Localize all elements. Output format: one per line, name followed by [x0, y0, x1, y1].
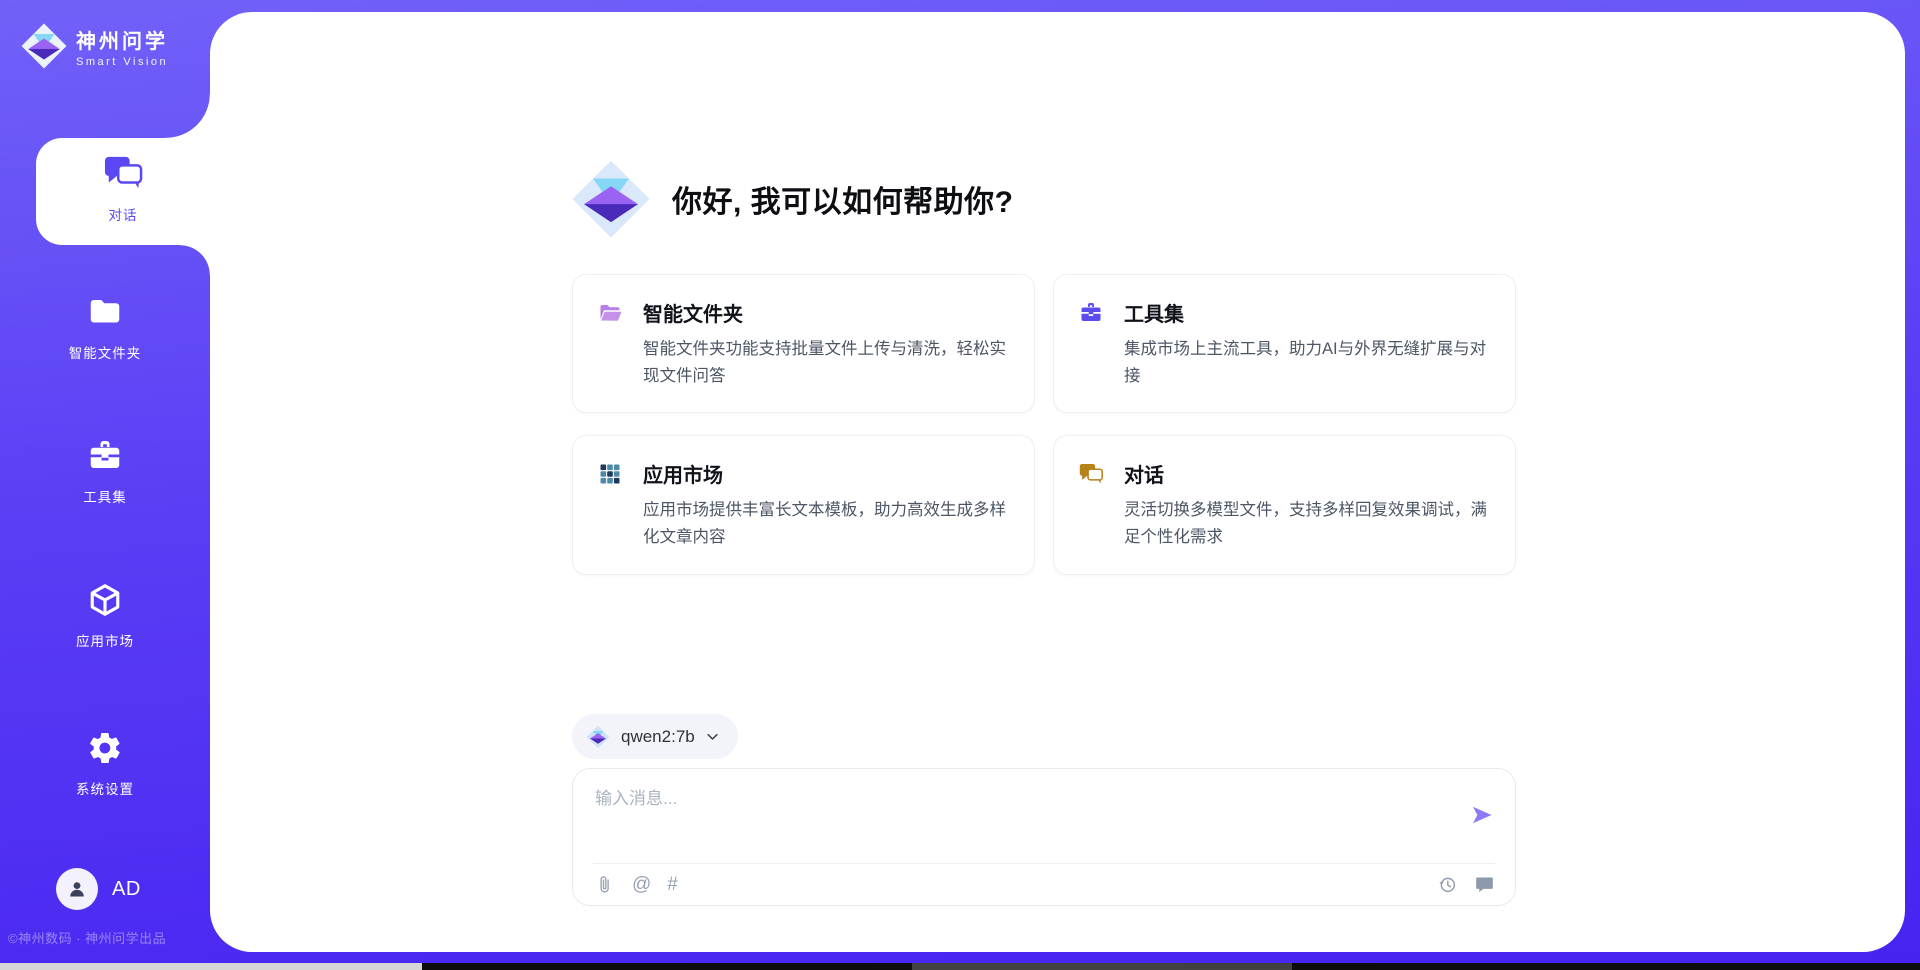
brand-name: 神州问学	[76, 25, 168, 54]
hash-icon: #	[667, 875, 678, 894]
sidebar-item-settings[interactable]: 系统设置	[0, 730, 210, 798]
card-description: 应用市场提供丰富长文本模板，助力高效生成多样化文章内容	[643, 497, 1010, 550]
toolbox-icon	[0, 438, 210, 479]
sidebar-item-app-market[interactable]: 应用市场	[0, 582, 210, 650]
send-button[interactable]	[1469, 803, 1495, 829]
folder-icon	[0, 294, 210, 335]
topic-button[interactable]: #	[667, 875, 678, 894]
chat-icon	[36, 154, 210, 197]
brand: 神州问学 Smart Vision	[20, 22, 168, 70]
horizontal-scrollbar	[0, 963, 1920, 970]
brand-text: 神州问学 Smart Vision	[76, 25, 168, 68]
greeting-title: 你好, 我可以如何帮助你?	[672, 177, 1014, 221]
avatar	[56, 868, 98, 910]
card-title: 智能文件夹	[643, 298, 743, 327]
paperclip-icon	[595, 874, 616, 895]
chevron-down-icon	[705, 729, 720, 744]
person-icon	[65, 877, 89, 901]
chat-icon	[1078, 462, 1104, 486]
sidebar-item-label: 系统设置	[0, 778, 210, 798]
card-description: 智能文件夹功能支持批量文件上传与清洗，轻松实现文件问答	[643, 336, 1010, 389]
brand-subtitle: Smart Vision	[76, 56, 168, 68]
greeting: 你好, 我可以如何帮助你?	[570, 158, 1014, 240]
gear-icon	[0, 730, 210, 771]
brand-diamond-icon	[20, 22, 68, 70]
message-composer: @ #	[572, 768, 1516, 906]
send-icon	[1470, 803, 1494, 827]
sidebar-item-label: 工具集	[0, 486, 210, 506]
grid-icon	[597, 462, 623, 486]
feedback-button[interactable]	[1474, 874, 1495, 895]
assistant-diamond-icon	[570, 158, 652, 240]
folder-icon	[597, 301, 623, 325]
briefcase-icon	[1078, 301, 1104, 325]
sidebar-item-toolset[interactable]: 工具集	[0, 438, 210, 506]
app-window: 神州问学 Smart Vision 对话	[0, 0, 1920, 970]
at-icon: @	[632, 875, 651, 894]
history-button[interactable]	[1437, 874, 1458, 895]
composer-toolbar: @ #	[595, 864, 1495, 905]
sidebar-item-label: 应用市场	[0, 630, 210, 650]
user-name: AD	[112, 878, 141, 901]
scrollbar-thumb[interactable]	[0, 963, 422, 970]
card-toolset[interactable]: 工具集 集成市场上主流工具，助力AI与外界无缝扩展与对接	[1053, 274, 1516, 413]
attach-button[interactable]	[595, 874, 616, 895]
model-diamond-icon	[586, 725, 610, 749]
user-profile[interactable]: AD	[56, 868, 141, 910]
card-title: 应用市场	[643, 459, 723, 488]
sidebar-item-label: 智能文件夹	[0, 342, 210, 362]
card-description: 灵活切换多模型文件，支持多样回复效果调试，满足个性化需求	[1124, 497, 1491, 550]
mention-button[interactable]: @	[632, 875, 651, 894]
main-panel: 你好, 我可以如何帮助你? 智能文件夹 智能文件夹功能支持批量文件上传与清洗，轻…	[210, 12, 1905, 952]
sidebar-item-folders[interactable]: 智能文件夹	[0, 294, 210, 362]
copyright-footer: ©神州数码 · 神州问学出品	[8, 928, 208, 947]
sidebar: 神州问学 Smart Vision 对话	[0, 0, 210, 970]
scrollbar-thumb[interactable]	[912, 963, 1292, 970]
sidebar-item-label: 对话	[36, 204, 210, 224]
message-input[interactable]	[595, 789, 1445, 809]
model-name: qwen2:7b	[621, 727, 695, 747]
history-icon	[1437, 874, 1458, 895]
card-smart-folder[interactable]: 智能文件夹 智能文件夹功能支持批量文件上传与清洗，轻松实现文件问答	[572, 274, 1035, 413]
card-chat[interactable]: 对话 灵活切换多模型文件，支持多样回复效果调试，满足个性化需求	[1053, 435, 1516, 574]
cube-icon	[0, 582, 210, 623]
card-title: 对话	[1124, 459, 1164, 488]
model-selector[interactable]: qwen2:7b	[572, 714, 738, 759]
card-description: 集成市场上主流工具，助力AI与外界无缝扩展与对接	[1124, 336, 1491, 389]
sidebar-item-chat[interactable]: 对话	[36, 138, 210, 245]
card-app-market[interactable]: 应用市场 应用市场提供丰富长文本模板，助力高效生成多样化文章内容	[572, 435, 1035, 574]
composer-toolbar-right	[1421, 874, 1495, 895]
feature-cards: 智能文件夹 智能文件夹功能支持批量文件上传与清洗，轻松实现文件问答 工具集 集成…	[572, 274, 1516, 575]
comment-icon	[1474, 874, 1495, 895]
card-title: 工具集	[1124, 298, 1184, 327]
